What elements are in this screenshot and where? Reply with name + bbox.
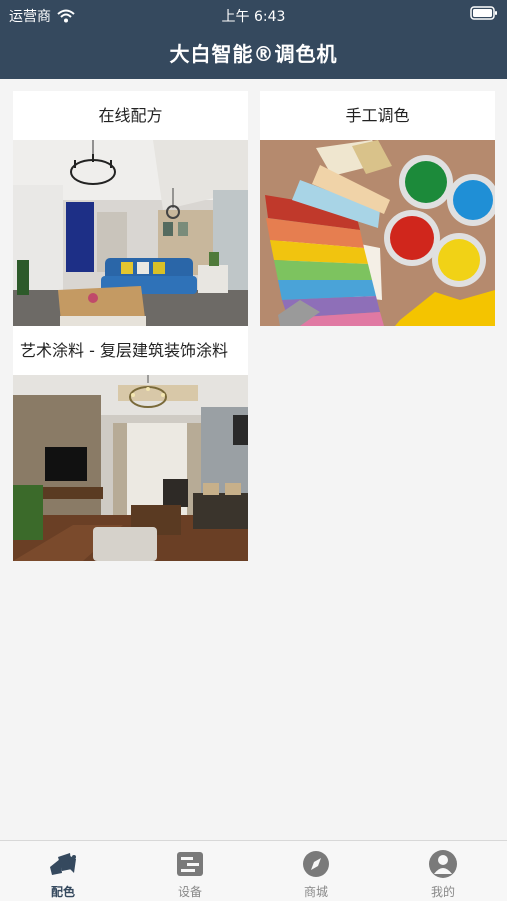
card-label: 艺术涂料 - 复层建筑装饰涂料 bbox=[13, 326, 248, 375]
card-label: 在线配方 bbox=[13, 91, 248, 140]
tab-device[interactable]: 设备 bbox=[127, 841, 253, 901]
living-room-image bbox=[13, 140, 248, 326]
bottom-tab-bar: 配色 设备 商城 我的 bbox=[0, 840, 507, 901]
device-icon bbox=[177, 852, 203, 876]
tab-label: 我的 bbox=[430, 885, 455, 899]
tab-label: 配色 bbox=[50, 885, 75, 899]
user-icon bbox=[429, 850, 457, 878]
tab-store[interactable]: 商城 bbox=[253, 841, 379, 901]
card-manual-tinting[interactable]: 手工调色 bbox=[260, 91, 495, 326]
status-time: 上午 6:43 bbox=[221, 9, 286, 25]
card-label: 手工调色 bbox=[260, 91, 495, 140]
card-online-formula[interactable]: 在线配方 bbox=[13, 91, 248, 326]
palette-icon bbox=[50, 853, 76, 875]
tab-me[interactable]: 我的 bbox=[380, 841, 506, 901]
tab-color-matching[interactable]: 配色 bbox=[0, 841, 126, 901]
status-bar: 运营商 上午 6:43 bbox=[0, 0, 507, 28]
app-header: 运营商 上午 6:43 大白智能®调色机 bbox=[0, 0, 507, 79]
card-art-coating[interactable]: 艺术涂料 - 复层建筑装饰涂料 bbox=[13, 326, 248, 561]
living-room-wood-image bbox=[13, 375, 248, 561]
tab-label: 商城 bbox=[303, 885, 328, 899]
battery-icon bbox=[470, 6, 497, 20]
tab-label: 设备 bbox=[177, 885, 202, 899]
compass-icon bbox=[303, 851, 329, 877]
paint-swatches-image bbox=[260, 140, 495, 326]
page-title: 大白智能®调色机 bbox=[169, 42, 338, 66]
